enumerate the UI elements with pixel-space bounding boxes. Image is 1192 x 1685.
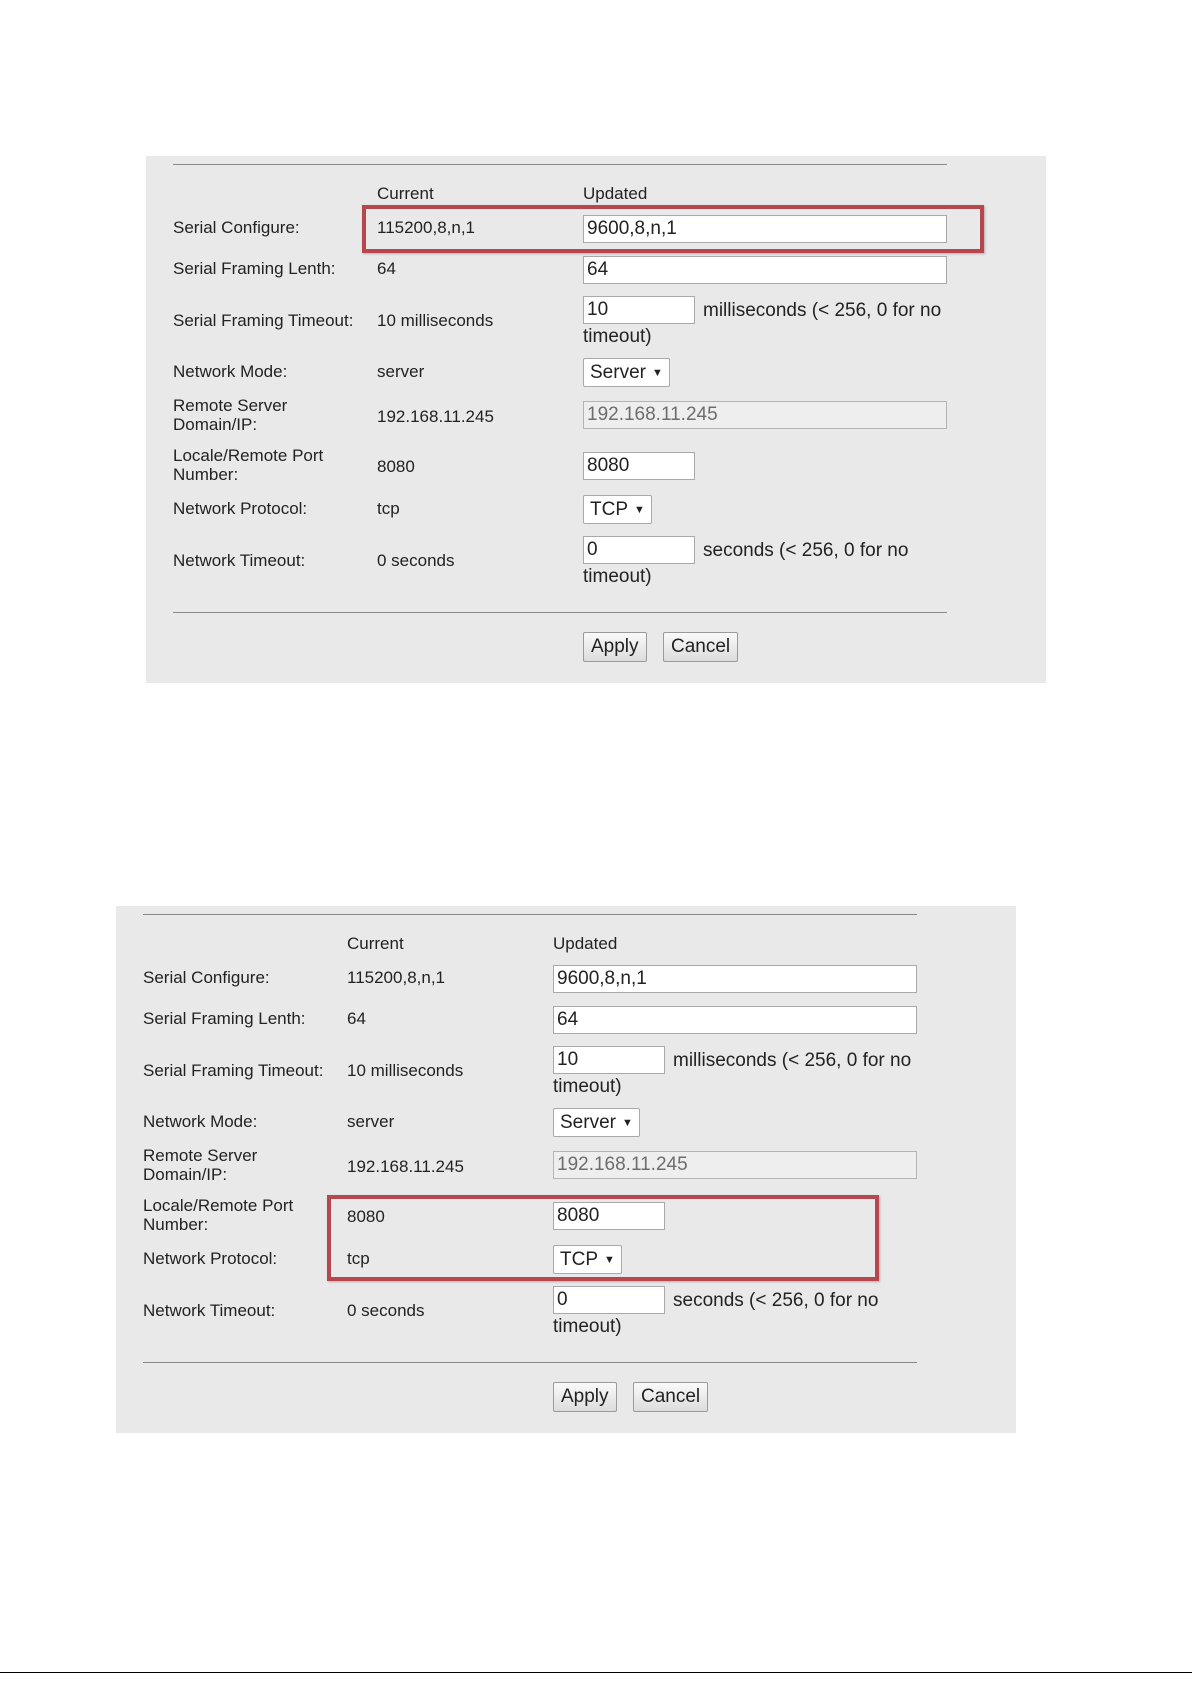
apply-button[interactable]: Apply xyxy=(583,632,647,662)
network-mode-current: server xyxy=(377,362,425,381)
dropdown-arrow-icon: ▼ xyxy=(651,367,663,379)
remote-server-input: 192.168.11.245 xyxy=(583,401,947,429)
apply-button[interactable]: Apply xyxy=(553,1382,617,1412)
serial-framing-timeout-input[interactable]: 10 xyxy=(583,296,695,324)
updated-column-header: Updated xyxy=(583,184,648,203)
network-mode-current: server xyxy=(347,1112,395,1131)
current-column-header: Current xyxy=(347,934,404,953)
serial-configure-label: Serial Configure: xyxy=(143,968,270,987)
cancel-button[interactable]: Cancel xyxy=(663,632,739,662)
dropdown-arrow-icon: ▼ xyxy=(621,1117,633,1129)
remote-server-current: 192.168.11.245 xyxy=(347,1157,464,1176)
updated-column-header: Updated xyxy=(553,934,618,953)
network-timeout-current: 0 seconds xyxy=(377,551,455,570)
serial-framing-length-current: 64 xyxy=(347,1009,366,1028)
port-number-input[interactable]: 8080 xyxy=(583,452,695,480)
highlight-box-port-protocol xyxy=(327,1195,879,1281)
settings-panel-2: Current Updated Serial Configure: 115200… xyxy=(116,906,1016,1433)
port-number-label: Locale/Remote Port Number: xyxy=(143,1196,294,1234)
serial-framing-length-label: Serial Framing Lenth: xyxy=(143,1009,306,1028)
remote-server-label: Remote Server Domain/IP: xyxy=(173,396,288,434)
remote-server-current: 192.168.11.245 xyxy=(377,407,494,426)
port-number-current: 8080 xyxy=(377,457,415,476)
serial-configure-input[interactable]: 9600,8,n,1 xyxy=(553,965,917,993)
port-number-label: Locale/Remote Port Number: xyxy=(173,446,324,484)
highlight-box-serial-configure xyxy=(362,205,984,253)
network-mode-select[interactable]: Server ▼ xyxy=(553,1108,640,1137)
network-mode-select[interactable]: Server ▼ xyxy=(583,358,670,387)
serial-framing-length-current: 64 xyxy=(377,259,396,278)
network-protocol-label: Network Protocol: xyxy=(173,499,308,518)
serial-framing-timeout-input[interactable]: 10 xyxy=(553,1046,665,1074)
network-timeout-input[interactable]: 0 xyxy=(583,536,695,564)
current-column-header: Current xyxy=(377,184,434,203)
network-timeout-current: 0 seconds xyxy=(347,1301,425,1320)
serial-framing-timeout-label: Serial Framing Timeout: xyxy=(143,1061,324,1080)
bottom-divider xyxy=(173,612,947,613)
serial-framing-timeout-current: 10 milliseconds xyxy=(377,311,494,330)
network-timeout-input[interactable]: 0 xyxy=(553,1286,665,1314)
remote-server-input: 192.168.11.245 xyxy=(553,1151,917,1179)
serial-framing-timeout-current: 10 milliseconds xyxy=(347,1061,464,1080)
page-footer-line xyxy=(0,1672,1192,1673)
serial-framing-length-input[interactable]: 64 xyxy=(583,256,947,284)
dropdown-arrow-icon: ▼ xyxy=(634,504,645,516)
serial-configure-current: 115200,8,n,1 xyxy=(347,968,445,987)
network-timeout-label: Network Timeout: xyxy=(143,1301,276,1320)
network-protocol-current: tcp xyxy=(377,499,400,518)
network-timeout-label: Network Timeout: xyxy=(173,551,306,570)
top-divider xyxy=(143,914,917,915)
network-mode-label: Network Mode: xyxy=(173,362,288,381)
top-divider xyxy=(173,164,947,165)
bottom-divider xyxy=(143,1362,917,1363)
serial-configure-label: Serial Configure: xyxy=(173,218,300,237)
network-protocol-select[interactable]: TCP ▼ xyxy=(583,495,652,524)
serial-framing-length-label: Serial Framing Lenth: xyxy=(173,259,336,278)
network-protocol-label: Network Protocol: xyxy=(143,1249,278,1268)
cancel-button[interactable]: Cancel xyxy=(633,1382,709,1412)
network-mode-label: Network Mode: xyxy=(143,1112,258,1131)
serial-framing-length-input[interactable]: 64 xyxy=(553,1006,917,1034)
serial-framing-timeout-label: Serial Framing Timeout: xyxy=(173,311,354,330)
remote-server-label: Remote Server Domain/IP: xyxy=(143,1146,258,1184)
